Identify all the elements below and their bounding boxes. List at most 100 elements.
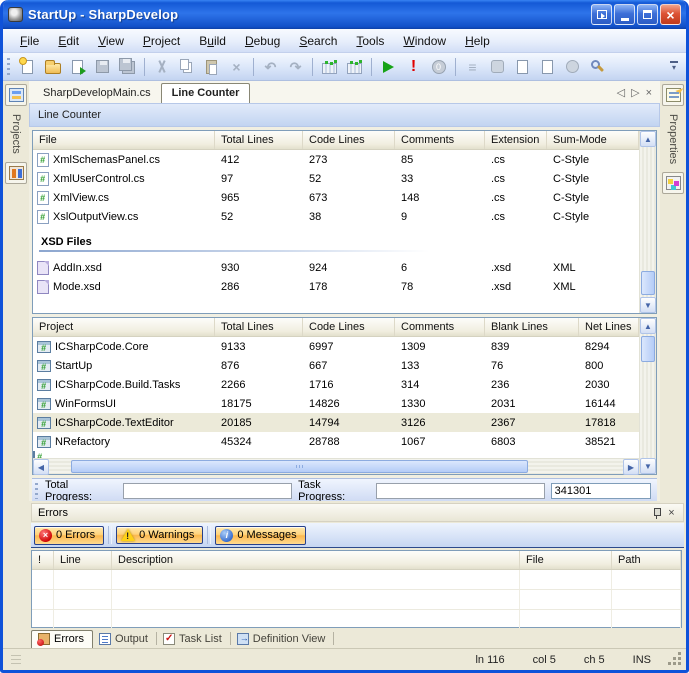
cut-button[interactable]	[150, 56, 173, 78]
file-row[interactable]: XmlView.cs 965 673 148 .cs C-Style	[33, 188, 639, 207]
column-header-comments[interactable]: Comments	[395, 131, 485, 149]
file-row[interactable]: XmlSchemasPanel.cs 412 273 85 .cs C-Styl…	[33, 150, 639, 169]
scroll-track[interactable]	[49, 459, 623, 474]
column-header-sum-mode[interactable]: Sum-Mode	[547, 131, 639, 149]
menu-view[interactable]: View	[89, 31, 133, 51]
errors-panel-titlebar[interactable]: Errors ×	[31, 503, 684, 522]
save-button[interactable]	[91, 56, 114, 78]
undo-button[interactable]: ↶	[259, 56, 282, 78]
tab-line-counter[interactable]: Line Counter	[161, 83, 251, 103]
scroll-thumb[interactable]	[641, 271, 655, 295]
warnings-filter-button[interactable]: 0 Warnings	[116, 526, 203, 544]
close-button[interactable]: ×	[660, 4, 681, 25]
sidebar-tab-tools[interactable]	[5, 162, 27, 184]
tab-scroll-left-button[interactable]: ◁	[617, 86, 625, 99]
file-table-vscrollbar[interactable]: ▲ ▼	[639, 131, 656, 313]
toolbar-grip[interactable]	[6, 58, 11, 76]
step-into-button[interactable]	[511, 56, 534, 78]
project-row[interactable]: NRefactory 45324 28788 1067 6803 38521	[33, 432, 639, 451]
debug-step-button[interactable]: 0	[427, 56, 450, 78]
scroll-up-button[interactable]: ▲	[640, 318, 656, 334]
project-row[interactable]: WinFormsUI 18175 14826 1330 2031 16144	[33, 394, 639, 413]
scroll-down-button[interactable]: ▼	[640, 297, 656, 313]
sidebar-tab-toolbox[interactable]	[662, 172, 684, 194]
toolbar-overflow-button[interactable]	[668, 61, 680, 72]
column-header-severity[interactable]: !	[32, 551, 54, 569]
menu-project[interactable]: Project	[134, 31, 189, 51]
scroll-down-button[interactable]: ▼	[640, 458, 656, 474]
file-row[interactable]: AddIn.xsd 930 924 6 .xsd XML	[33, 258, 639, 277]
title-bar[interactable]: StartUp - SharpDevelop ×	[3, 0, 686, 29]
menu-build[interactable]: Build	[190, 31, 235, 51]
scroll-thumb[interactable]	[641, 336, 655, 362]
column-header-code-lines[interactable]: Code Lines	[303, 131, 395, 149]
open-project-button[interactable]	[66, 56, 89, 78]
toggle-breakpoint-button[interactable]	[486, 56, 509, 78]
column-header-extension[interactable]: Extension	[485, 131, 547, 149]
column-header-blank-lines[interactable]: Blank Lines	[485, 318, 579, 336]
column-header-total-lines[interactable]: Total Lines	[215, 131, 303, 149]
tab-sharpdevelopmain[interactable]: SharpDevelopMain.cs	[33, 84, 161, 103]
column-header-path[interactable]: Path	[612, 551, 681, 569]
column-header-total-lines[interactable]: Total Lines	[215, 318, 303, 336]
minimize-button[interactable]	[614, 4, 635, 25]
file-row[interactable]: XslOutputView.cs 52 38 9 .cs C-Style	[33, 207, 639, 226]
scroll-left-button[interactable]: ◀	[33, 459, 49, 475]
project-row[interactable]: ICSharpCode.Build.Tasks 2266 1716 314 23…	[33, 375, 639, 394]
menu-window[interactable]: Window	[394, 31, 455, 51]
tab-definition-view[interactable]: Definition View	[231, 631, 334, 648]
errors-panel-close-button[interactable]: ×	[664, 506, 679, 520]
tab-output[interactable]: Output	[93, 631, 156, 648]
menu-edit[interactable]: Edit	[49, 31, 88, 51]
new-file-button[interactable]	[16, 56, 39, 78]
project-row[interactable]: ICSharpCode.Core 9133 6997 1309 839 8294	[33, 337, 639, 356]
scroll-right-button[interactable]: ▶	[623, 459, 639, 475]
column-header-file[interactable]: File	[33, 131, 215, 149]
build-button[interactable]	[318, 56, 341, 78]
menu-help[interactable]: Help	[456, 31, 499, 51]
tab-close-button[interactable]: ×	[646, 87, 652, 99]
tab-task-list[interactable]: Task List	[157, 631, 230, 648]
scroll-track[interactable]	[640, 147, 656, 297]
abort-button[interactable]: !	[402, 56, 425, 78]
save-all-button[interactable]	[116, 56, 139, 78]
menu-debug[interactable]: Debug	[236, 31, 289, 51]
sidebar-tab-properties[interactable]	[662, 84, 684, 106]
file-row[interactable]: XmlUserControl.cs 97 52 33 .cs C-Style	[33, 169, 639, 188]
column-header-file[interactable]: File	[520, 551, 612, 569]
properties-tab-label[interactable]: Properties	[667, 110, 679, 168]
menu-search[interactable]: Search	[290, 31, 346, 51]
project-table-hscrollbar[interactable]: ◀ ▶	[33, 458, 639, 474]
rebuild-button[interactable]	[343, 56, 366, 78]
sidebar-tab-projects[interactable]	[5, 84, 27, 106]
step-out-button[interactable]	[561, 56, 584, 78]
comment-region-button[interactable]: ≡	[461, 56, 484, 78]
column-header-comments[interactable]: Comments	[395, 318, 485, 336]
run-button[interactable]	[377, 56, 400, 78]
search-button[interactable]	[586, 56, 609, 78]
project-table-vscrollbar[interactable]: ▲ ▼	[639, 318, 656, 474]
projects-tab-label[interactable]: Projects	[10, 110, 22, 158]
column-header-net-lines[interactable]: Net Lines	[579, 318, 639, 336]
maximize-button[interactable]	[637, 4, 658, 25]
auto-hide-pin-button[interactable]	[649, 506, 664, 520]
step-over-button[interactable]	[536, 56, 559, 78]
project-row[interactable]: StartUp 876 667 133 76 800	[33, 356, 639, 375]
progress-toolbar-grip[interactable]	[35, 483, 39, 499]
copy-button[interactable]	[175, 56, 198, 78]
column-header-project[interactable]: Project	[33, 318, 215, 336]
menu-tools[interactable]: Tools	[347, 31, 393, 51]
project-row-highlighted[interactable]: ICSharpCode.TextEditor 20185 14794 3126 …	[33, 413, 639, 432]
window-resize-grip[interactable]	[669, 653, 682, 666]
scroll-track[interactable]	[640, 334, 656, 458]
redo-button[interactable]: ↷	[284, 56, 307, 78]
paste-button[interactable]	[200, 56, 223, 78]
column-header-code-lines[interactable]: Code Lines	[303, 318, 395, 336]
delete-button[interactable]: ×	[225, 56, 248, 78]
menu-file[interactable]: File	[11, 31, 48, 51]
errors-filter-button[interactable]: × 0 Errors	[34, 526, 104, 545]
tab-scroll-right-button[interactable]: ▷	[631, 86, 639, 99]
project-row-clipped[interactable]	[33, 451, 639, 458]
open-file-button[interactable]	[41, 56, 64, 78]
scroll-up-button[interactable]: ▲	[640, 131, 656, 147]
